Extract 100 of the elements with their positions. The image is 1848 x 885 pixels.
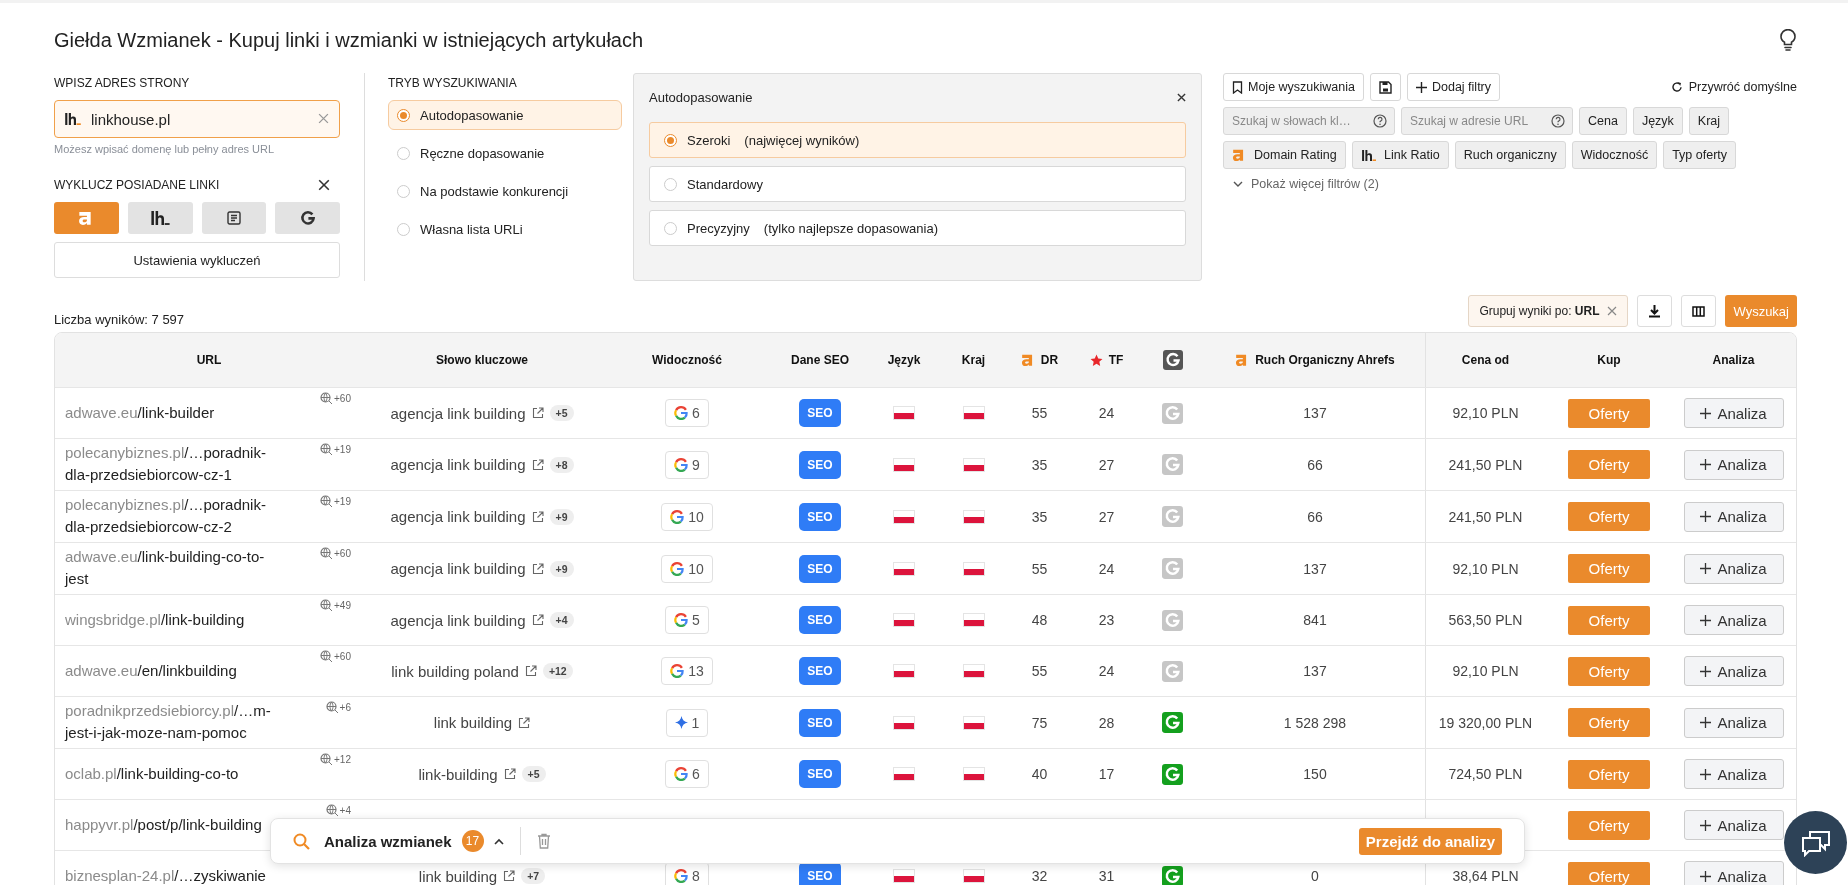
download-button[interactable] — [1637, 295, 1673, 327]
seo-badge[interactable]: SEO — [799, 502, 841, 531]
seo-badge[interactable]: SEO — [799, 760, 841, 788]
analysis-title: Analiza wzmianek — [324, 832, 452, 850]
keyword-link[interactable]: link building poland — [391, 662, 519, 680]
external-link-icon[interactable] — [531, 562, 544, 575]
url-input[interactable]: linkhouse.pl — [54, 100, 340, 138]
filter-chip[interactable]: Cena — [1579, 107, 1627, 135]
mode-option[interactable]: Ręczne dopasowanie — [388, 138, 622, 168]
add-analysis-button[interactable]: Analiza — [1683, 656, 1784, 686]
url-link[interactable]: polecanybiznes.pl/…poradnik-dla-przedsiebiorcow-cz-1 — [65, 442, 277, 486]
reset-button[interactable]: Przywróć domyślne — [1670, 80, 1797, 94]
external-link-icon[interactable] — [518, 716, 531, 729]
url-link[interactable]: wingsbridge.pl/link-building — [65, 608, 277, 631]
add-filter-button[interactable]: Dodaj filtry — [1407, 73, 1501, 101]
more-keywords-badge[interactable]: +9 — [549, 508, 574, 525]
seo-badge[interactable]: SEO — [799, 862, 841, 885]
match-option[interactable]: Precyzyjny (tylko najlepsze dopasowania) — [649, 210, 1186, 246]
keyword-link[interactable]: link building — [418, 867, 498, 885]
seo-badge[interactable]: SEO — [799, 399, 841, 427]
seo-badge[interactable]: SEO — [799, 708, 841, 737]
add-analysis-button[interactable]: Analiza — [1683, 398, 1784, 428]
mode-option[interactable]: Autodopasowanie — [388, 100, 622, 130]
section-label: WYKLUCZ POSIADANE LINKI — [54, 178, 220, 192]
chevron-up-icon[interactable] — [493, 837, 504, 845]
url-link[interactable]: adwave.eu/link-building-co-to-jest — [65, 546, 277, 590]
add-analysis-button[interactable]: Analiza — [1683, 501, 1784, 532]
add-analysis-button[interactable]: Analiza — [1683, 810, 1784, 840]
column-header: TF — [1073, 333, 1140, 387]
filter-chip[interactable]: Link Ratio — [1351, 141, 1449, 169]
keyword-link[interactable]: agencja link building — [390, 508, 526, 525]
add-analysis-button[interactable]: Analiza — [1683, 861, 1784, 885]
more-keywords-badge[interactable]: +12 — [542, 663, 573, 679]
filter-chip[interactable]: Typ oferty — [1663, 141, 1737, 169]
flag-icon — [962, 715, 985, 730]
more-keywords-badge[interactable]: +7 — [521, 868, 546, 884]
url-link[interactable]: adwave.eu/link-builder — [65, 401, 277, 424]
keyword-link[interactable]: link building — [433, 714, 513, 731]
seo-badge[interactable]: SEO — [799, 450, 841, 479]
search-field[interactable]: Szukaj w adresie URL — [1401, 107, 1573, 135]
mode-option[interactable]: Własna lista URLi — [388, 214, 622, 244]
filter-chip[interactable]: Kraj — [1688, 107, 1730, 135]
filter-chip[interactable]: Język — [1632, 107, 1683, 135]
filter-chip[interactable]: Domain Rating — [1223, 141, 1346, 169]
external-link-icon[interactable] — [531, 458, 544, 471]
source-toggle[interactable] — [127, 202, 193, 234]
add-analysis-button[interactable]: Analiza — [1683, 707, 1784, 738]
match-option[interactable]: Standardowy — [649, 166, 1186, 202]
search-field[interactable]: Szukaj w słowach kl… — [1223, 107, 1395, 135]
url-link[interactable]: adwave.eu/en/linkbuilding — [65, 659, 277, 682]
seo-badge[interactable]: SEO — [799, 606, 841, 634]
help-icon[interactable] — [1373, 114, 1387, 128]
seo-badge[interactable]: SEO — [799, 554, 841, 583]
close-icon[interactable] — [318, 179, 330, 191]
refresh-icon — [1670, 81, 1683, 93]
match-option[interactable]: Szeroki (najwięcej wyników) — [649, 122, 1186, 158]
close-icon[interactable] — [1177, 92, 1186, 102]
columns-button[interactable] — [1681, 295, 1717, 327]
external-link-icon[interactable] — [503, 870, 516, 882]
clear-icon[interactable] — [318, 113, 329, 124]
url-link[interactable]: polecanybiznes.pl/…poradnik-dla-przedsiebiorcow-cz-2 — [65, 494, 277, 538]
url-link[interactable]: oclab.pl/link-building-co-to — [65, 762, 277, 785]
external-link-icon[interactable] — [531, 510, 544, 523]
exclusion-settings-button[interactable]: Ustawienia wykluczeń — [54, 242, 340, 278]
save-button[interactable] — [1370, 73, 1401, 101]
add-analysis-button[interactable]: Analiza — [1683, 759, 1784, 789]
keyword-link[interactable]: link-building — [418, 765, 498, 783]
more-keywords-badge[interactable]: +9 — [549, 560, 574, 577]
filter-chip[interactable]: Widoczność — [1571, 141, 1658, 169]
add-analysis-button[interactable]: Analiza — [1683, 605, 1784, 635]
more-keywords-badge[interactable]: +8 — [549, 456, 574, 473]
external-link-icon[interactable] — [531, 614, 544, 626]
url-link[interactable]: poradnikprzedsiebiorcy.pl/…m-jest-i-jak-moze-nam-pomoc — [65, 700, 277, 744]
filter-chip[interactable]: Ruch organiczny — [1454, 141, 1566, 169]
external-link-icon[interactable] — [524, 665, 537, 677]
trash-icon[interactable] — [536, 833, 551, 849]
external-link-icon[interactable] — [531, 407, 544, 419]
help-icon[interactable] — [1551, 114, 1565, 128]
table-cell: 35 — [1031, 508, 1048, 525]
url-link[interactable]: biznesplan-24.pl/…zyskiwanie — [65, 864, 277, 885]
saved-searches-button[interactable]: Moje wyszukiwania — [1223, 73, 1364, 101]
more-keywords-badge[interactable]: +5 — [549, 405, 574, 421]
keyword-link[interactable]: agencja link building — [390, 560, 526, 577]
source-toggle[interactable] — [54, 202, 119, 234]
lightbulb-icon[interactable] — [1779, 29, 1797, 51]
source-toggle[interactable] — [201, 202, 267, 234]
visibility-badge: 10 — [661, 554, 713, 583]
add-analysis-button[interactable]: Analiza — [1683, 449, 1784, 480]
more-keywords-badge[interactable]: +4 — [549, 612, 574, 628]
source-toggle[interactable] — [275, 202, 340, 234]
external-link-icon[interactable] — [503, 768, 516, 780]
group-by-chip[interactable]: Grupuj wyniki po: URL — [1468, 295, 1629, 327]
keyword-link[interactable]: agencja link building — [390, 404, 526, 422]
mode-option[interactable]: Na podstawie konkurencji — [388, 176, 622, 206]
add-analysis-button[interactable]: Analiza — [1683, 553, 1784, 584]
keyword-link[interactable]: agencja link building — [390, 456, 526, 473]
seo-badge[interactable]: SEO — [799, 657, 841, 685]
more-filters-toggle[interactable]: Pokaż więcej filtrów (2) — [1223, 175, 1389, 193]
more-keywords-badge[interactable]: +5 — [521, 766, 546, 782]
keyword-link[interactable]: agencja link building — [390, 611, 526, 629]
